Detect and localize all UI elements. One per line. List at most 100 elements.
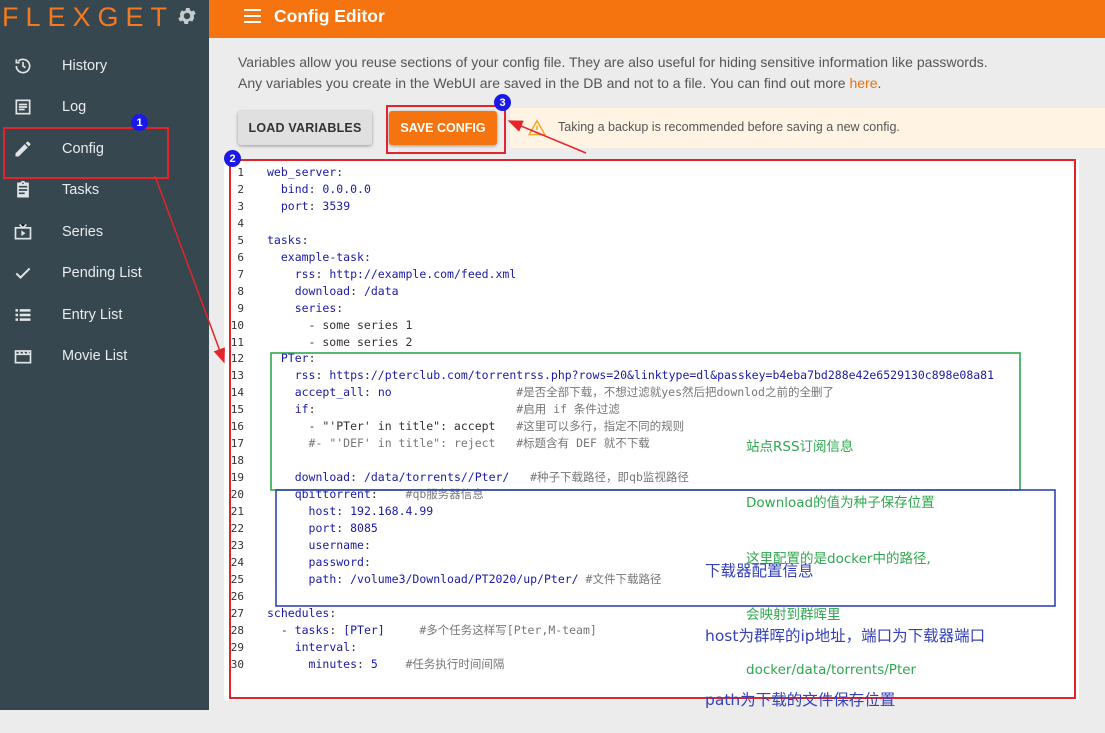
load-variables-button[interactable]: LOAD VARIABLES [238,111,372,145]
code-line[interactable]: 2 bind: 0.0.0.0 [224,181,1079,198]
sidebar-item-movie-list[interactable]: Movie List [0,336,209,378]
line-number: 13 [230,369,244,383]
code-line[interactable]: 12 PTer: [224,350,1079,367]
code-line[interactable]: 19 download: /data/torrents//Pter/ #种子下载… [224,469,1079,486]
sidebar-item-label: History [62,57,108,74]
code-text: - some series 1 [267,317,413,332]
code-text: - "'PTer' in title": accept #这里可以多行，指定不同… [267,419,685,434]
line-number: 21 [230,505,244,518]
code-line[interactable]: 8 download: /data [224,283,1079,300]
intro-line-1: Variables allow you reuse sections of yo… [238,54,988,70]
code-line[interactable]: 17 #- "'DEF' in title": reject #标题含有 DEF… [224,435,1079,452]
code-line[interactable]: 13 rss: https://pterclub.com/torrentrss.… [224,367,1079,384]
line-number: 18 [230,454,244,468]
warning-text: Taking a backup is recommended before sa… [558,120,900,134]
green-note-line: 站点RSS订阅信息 [746,439,854,456]
line-number: 24 [230,555,244,569]
code-text: accept_all: no #是否全部下载，不想过滤就yes然后把downlo… [294,385,834,400]
line-number: 12 [230,352,244,366]
app-logo[interactable]: FLEXGET [0,0,209,34]
history-icon [15,58,31,74]
line-number: 17 [230,437,244,451]
code-line[interactable]: 15 if: #启用 if 条件过滤 [224,401,1079,418]
code-text: #- "'DEF' in title": reject #标题含有 DEF 就不… [308,436,650,451]
code-line[interactable]: 6 example-task: [224,249,1079,266]
sidebar: FLEXGET History Log Config Tasks Series … [0,0,209,710]
line-number: 15 [230,403,244,417]
intro-line-2: Any variables you create in the WebUI ar… [238,73,1098,94]
code-text: tasks: [267,232,309,247]
code-text: download: /data/torrents//Pter/ #种子下载路径，… [294,470,689,485]
sidebar-item-log[interactable]: Log [0,87,209,129]
sidebar-item-entry-list[interactable]: Entry List [0,294,209,336]
sidebar-item-history[interactable]: History [0,45,209,87]
code-text: - tasks: [PTer] #多个任务这样写[Pter,M-team] [267,622,597,637]
warning-icon [528,119,546,136]
code-line[interactable]: 9 series: [224,300,1079,317]
intro-line-2-text: Any variables you create in the WebUI ar… [238,75,850,91]
code-line[interactable]: 1 web_server: [224,164,1079,181]
line-number: 2 [237,182,244,196]
code-text: port: 8085 [308,520,378,535]
sidebar-item-pending-list[interactable]: Pending List [0,253,209,295]
line-number: 29 [230,640,244,654]
blue-note-line: host为群晖的ip地址，端口为下载器端口 [705,626,986,645]
sidebar-item-label: Config [62,140,104,157]
code-text: host: 192.168.4.99 [308,504,434,518]
code-text: username: [308,537,371,552]
code-line[interactable]: 7 rss: http://example.com/feed.xml [224,266,1079,283]
code-text: series: [294,300,344,315]
code-text: web_server: [267,165,344,179]
code-line[interactable]: 11 - some series 2 [224,334,1079,351]
help-link[interactable]: here [849,75,877,91]
code-line[interactable]: 16 - "'PTer' in title": accept #这里可以多行，指… [224,418,1079,435]
code-text: bind: 0.0.0.0 [280,181,371,196]
sidebar-item-series[interactable]: Series [0,211,209,253]
film-icon [14,350,32,364]
code-line[interactable]: 10 - some series 1 [224,317,1079,334]
code-line[interactable]: 20 qbittorrent: #qb服务器信息 [224,486,1079,503]
page-title: Config Editor [274,6,385,26]
clipboard-icon [17,181,29,198]
code-text: PTer: [280,351,316,366]
code-text: interval: [294,639,358,654]
code-line[interactable]: 18 [224,452,1079,469]
code-text: rss: http://example.com/feed.xml [294,266,517,281]
blue-annotation-note: 下载器配置信息 host为群晖的ip地址，端口为下载器端口 path为下载的文件… [705,518,985,733]
step-badge-3: 3 [494,94,511,111]
line-number: 27 [230,606,244,620]
line-number: 19 [230,471,244,485]
line-number: 25 [230,572,244,586]
line-number: 10 [230,318,244,332]
line-number: 22 [230,521,244,535]
green-note-line: Download的值为种子保存位置 [746,494,935,511]
intro-text: Variables allow you reuse sections of yo… [238,52,1098,94]
code-text: qbittorrent: #qb服务器信息 [294,487,484,502]
sidebar-item-config[interactable]: Config [0,128,209,170]
line-number: 26 [230,589,244,603]
blue-note-line: 下载器配置信息 [705,562,814,580]
code-text: password: [308,554,371,569]
list-icon [15,308,31,321]
code-line[interactable]: 3 port: 3539 [224,198,1079,215]
code-text: if: #启用 if 条件过滤 [294,402,620,417]
code-text: rss: https://pterclub.com/torrentrss.php… [294,368,995,383]
sidebar-item-tasks[interactable]: Tasks [0,170,209,212]
sidebar-item-label: Pending List [62,265,142,282]
save-config-button[interactable]: SAVE CONFIG [389,111,497,145]
hamburger-menu-icon[interactable] [244,9,261,23]
line-number: 9 [237,301,244,315]
sidebar-item-label: Tasks [62,182,100,199]
line-number: 28 [230,623,244,637]
line-number: 4 [237,216,244,230]
blue-note-line: path为下载的文件保存位置 [705,691,896,709]
tv-icon [14,223,32,240]
code-line[interactable]: 14 accept_all: no #是否全部下载，不想过滤就yes然后把dow… [224,384,1079,401]
code-line[interactable]: 4 [224,215,1079,232]
log-icon [15,99,31,115]
gear-icon[interactable] [176,5,198,27]
code-line[interactable]: 5 tasks: [224,232,1079,249]
pencil-icon [15,141,31,157]
redacted-password [378,556,435,573]
logo-text: FLEXGET [2,2,175,32]
